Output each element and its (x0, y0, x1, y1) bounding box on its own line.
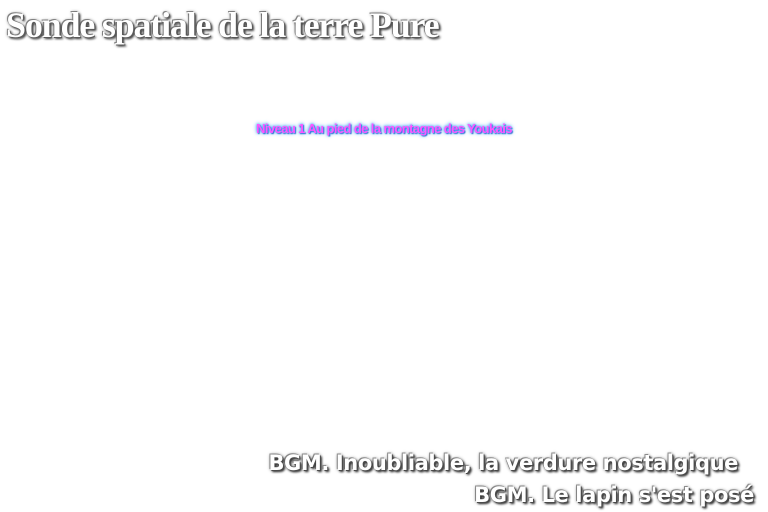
bgm-track-1: BGM. Inoubliable, la verdure nostalgique (268, 451, 738, 475)
level-subtitle: Niveau 1 Au pied de la montagne des Youk… (256, 121, 512, 136)
stage-title: Sonde spatiale de la terre Pure (6, 5, 440, 45)
bgm-track-2: BGM. Le lapin s'est posé (474, 483, 754, 507)
game-screen: Sonde spatiale de la terre Pure Niveau 1… (0, 0, 768, 512)
